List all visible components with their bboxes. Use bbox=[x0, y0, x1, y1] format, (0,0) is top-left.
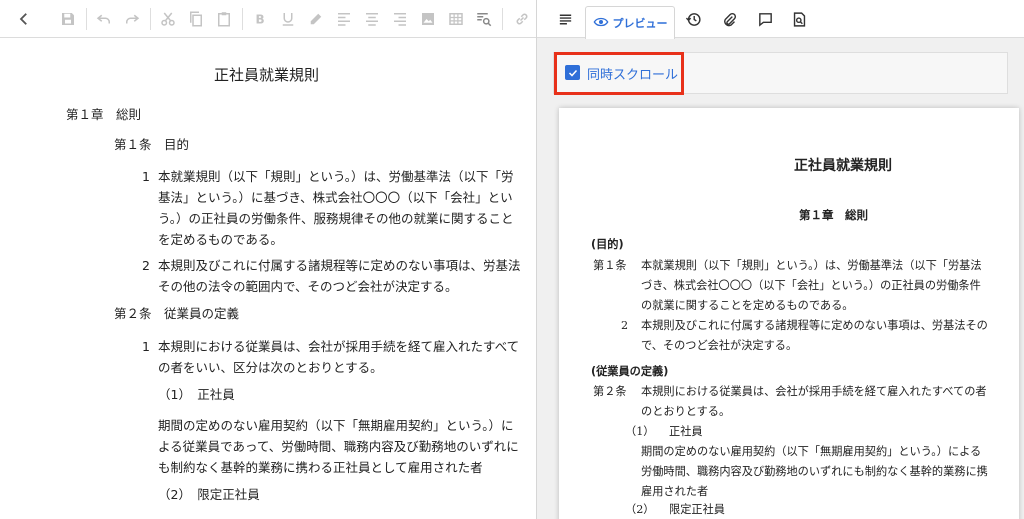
editor-toolbar: B bbox=[0, 0, 536, 38]
preview-line: 労働時間、職務内容及び勤務地のいずれにも制約なく基幹的業務に携 bbox=[641, 465, 988, 478]
paragraph-number: 1 bbox=[142, 339, 150, 354]
align-left-icon[interactable] bbox=[334, 9, 354, 29]
list-item-heading: （2） 限定正社員 bbox=[158, 487, 260, 502]
find-in-document-icon[interactable] bbox=[789, 9, 809, 29]
link-icon[interactable] bbox=[512, 9, 532, 29]
paragraph-line: 期間の定めのない雇用契約（以下「無期雇用契約」という。）に bbox=[158, 418, 514, 433]
preview-pane: プレビュー 同時スクロール 正社員就業規則 第１章 総則 (目的) 第１条 本就… bbox=[537, 0, 1024, 519]
cut-icon[interactable] bbox=[158, 9, 178, 29]
paragraph-line: の者をいい、区分は次のとおりとする。 bbox=[158, 360, 383, 375]
article-heading: 第１条 目的 bbox=[114, 137, 190, 152]
eye-icon bbox=[593, 14, 609, 33]
history-icon[interactable] bbox=[683, 9, 703, 29]
paragraph-number: 2 bbox=[142, 258, 150, 273]
bold-icon[interactable]: B bbox=[250, 9, 270, 29]
preview-item-number: （1） bbox=[625, 425, 655, 438]
chapter-heading: 第１章 総則 bbox=[66, 107, 142, 122]
paragraph-line: 基法」という。）に基づき、株式会社〇〇〇（以下「会社」とい bbox=[158, 190, 513, 205]
preview-item-title: 正社員 bbox=[669, 425, 703, 438]
preview-line: 雇用された者 bbox=[641, 485, 709, 498]
paragraph-line: 本規則及びこれに付属する諸規程等に定めのない事項は、労基法 bbox=[158, 258, 521, 273]
paragraph-line: を定めるものである。 bbox=[158, 232, 283, 247]
copy-icon[interactable] bbox=[186, 9, 206, 29]
paragraph-number: 1 bbox=[142, 169, 150, 184]
app-window: B 正社員就業規則 第１章 総則 第１条 目的 1 本就業規則（以下「規則」とい… bbox=[0, 0, 1024, 519]
highlight-icon[interactable] bbox=[306, 9, 326, 29]
preview-article-label: 第２条 bbox=[593, 385, 627, 398]
attachment-icon[interactable] bbox=[719, 9, 739, 29]
preview-item-title: 限定正社員 bbox=[669, 503, 725, 516]
preview-item-number: （2） bbox=[625, 503, 655, 516]
preview-line: のとおりとする。 bbox=[641, 405, 731, 418]
list-item-heading: （1） 正社員 bbox=[158, 387, 235, 402]
annotation-highlight-box bbox=[554, 52, 684, 95]
preview-article-label: 第１条 bbox=[593, 259, 627, 272]
preview-section-heading: (目的) bbox=[591, 238, 624, 251]
toolbar-divider bbox=[150, 8, 151, 30]
preview-line: 本就業規則（以下「規則」という。）は、労働基準法（以下「労基法 bbox=[641, 259, 982, 272]
toolbar-divider bbox=[502, 8, 503, 30]
preview-section-heading: (従業員の定義) bbox=[591, 365, 669, 378]
paste-icon[interactable] bbox=[214, 9, 234, 29]
paragraph-line: よる従業員であって、労働時間、職務内容及び勤務地のいずれに bbox=[158, 439, 519, 454]
redo-icon[interactable] bbox=[122, 9, 142, 29]
preview-line: の就業に関することを定めるものである。 bbox=[641, 299, 854, 312]
tab-preview-label: プレビュー bbox=[612, 17, 668, 30]
paragraph-line: う。）の正社員の労働条件、服務規律その他の就業に関すること bbox=[158, 211, 514, 226]
doc-title: 正社員就業規則 bbox=[214, 66, 320, 84]
preview-line: づき、株式会社〇〇〇（以下「会社」という。）の正社員の労働条件 bbox=[641, 279, 981, 292]
preview-line: で、そのつど会社が決定する。 bbox=[641, 339, 798, 352]
preview-paragraph-number: 2 bbox=[621, 319, 629, 332]
paragraph-line: その他の法令の範囲内で、そのつど会社が決定する。 bbox=[158, 279, 458, 294]
preview-line: 本規則における従業員は、会社が採用手続を経て雇入れたすべての者 bbox=[641, 385, 987, 398]
outline-icon[interactable] bbox=[555, 9, 575, 29]
save-icon[interactable] bbox=[58, 9, 78, 29]
preview-line: 本規則及びこれに付属する諸規程等に定めのない事項は、労基法その bbox=[641, 319, 988, 332]
toolbar-divider bbox=[86, 8, 87, 30]
preview-tabbar: プレビュー bbox=[537, 0, 1024, 39]
tab-preview[interactable]: プレビュー bbox=[585, 6, 675, 39]
back-icon[interactable] bbox=[14, 9, 34, 29]
preview-chapter: 第１章 総則 bbox=[799, 208, 868, 222]
undo-icon[interactable] bbox=[94, 9, 114, 29]
find-replace-icon[interactable] bbox=[474, 9, 494, 29]
editor-pane: B 正社員就業規則 第１章 総則 第１条 目的 1 本就業規則（以下「規則」とい… bbox=[0, 0, 536, 519]
preview-page: 正社員就業規則 第１章 総則 (目的) 第１条 本就業規則（以下「規則」という。… bbox=[559, 108, 1019, 519]
article-heading: 第２条 従業員の定義 bbox=[114, 306, 240, 321]
toolbar-divider bbox=[242, 8, 243, 30]
align-right-icon[interactable] bbox=[390, 9, 410, 29]
preview-title: 正社員就業規則 bbox=[794, 158, 892, 174]
paragraph-line: 本規則における従業員は、会社が採用手続を経て雇入れたすべて bbox=[158, 339, 520, 354]
table-icon[interactable] bbox=[446, 9, 466, 29]
paragraph-line: も制約なく基幹的業務に携わる正社員として雇用された者 bbox=[158, 460, 483, 475]
underline-icon[interactable] bbox=[278, 9, 298, 29]
comment-icon[interactable] bbox=[755, 9, 775, 29]
preview-line: 期間の定めのない雇用契約（以下「無期雇用契約」という。）による bbox=[641, 445, 982, 458]
image-icon[interactable] bbox=[418, 9, 438, 29]
align-center-icon[interactable] bbox=[362, 9, 382, 29]
editor-body[interactable]: 正社員就業規則 第１章 総則 第１条 目的 1 本就業規則（以下「規則」という。… bbox=[0, 38, 536, 519]
svg-text:B: B bbox=[256, 13, 265, 27]
paragraph-line: 本就業規則（以下「規則」という。）は、労働基準法（以下「労 bbox=[158, 169, 514, 184]
